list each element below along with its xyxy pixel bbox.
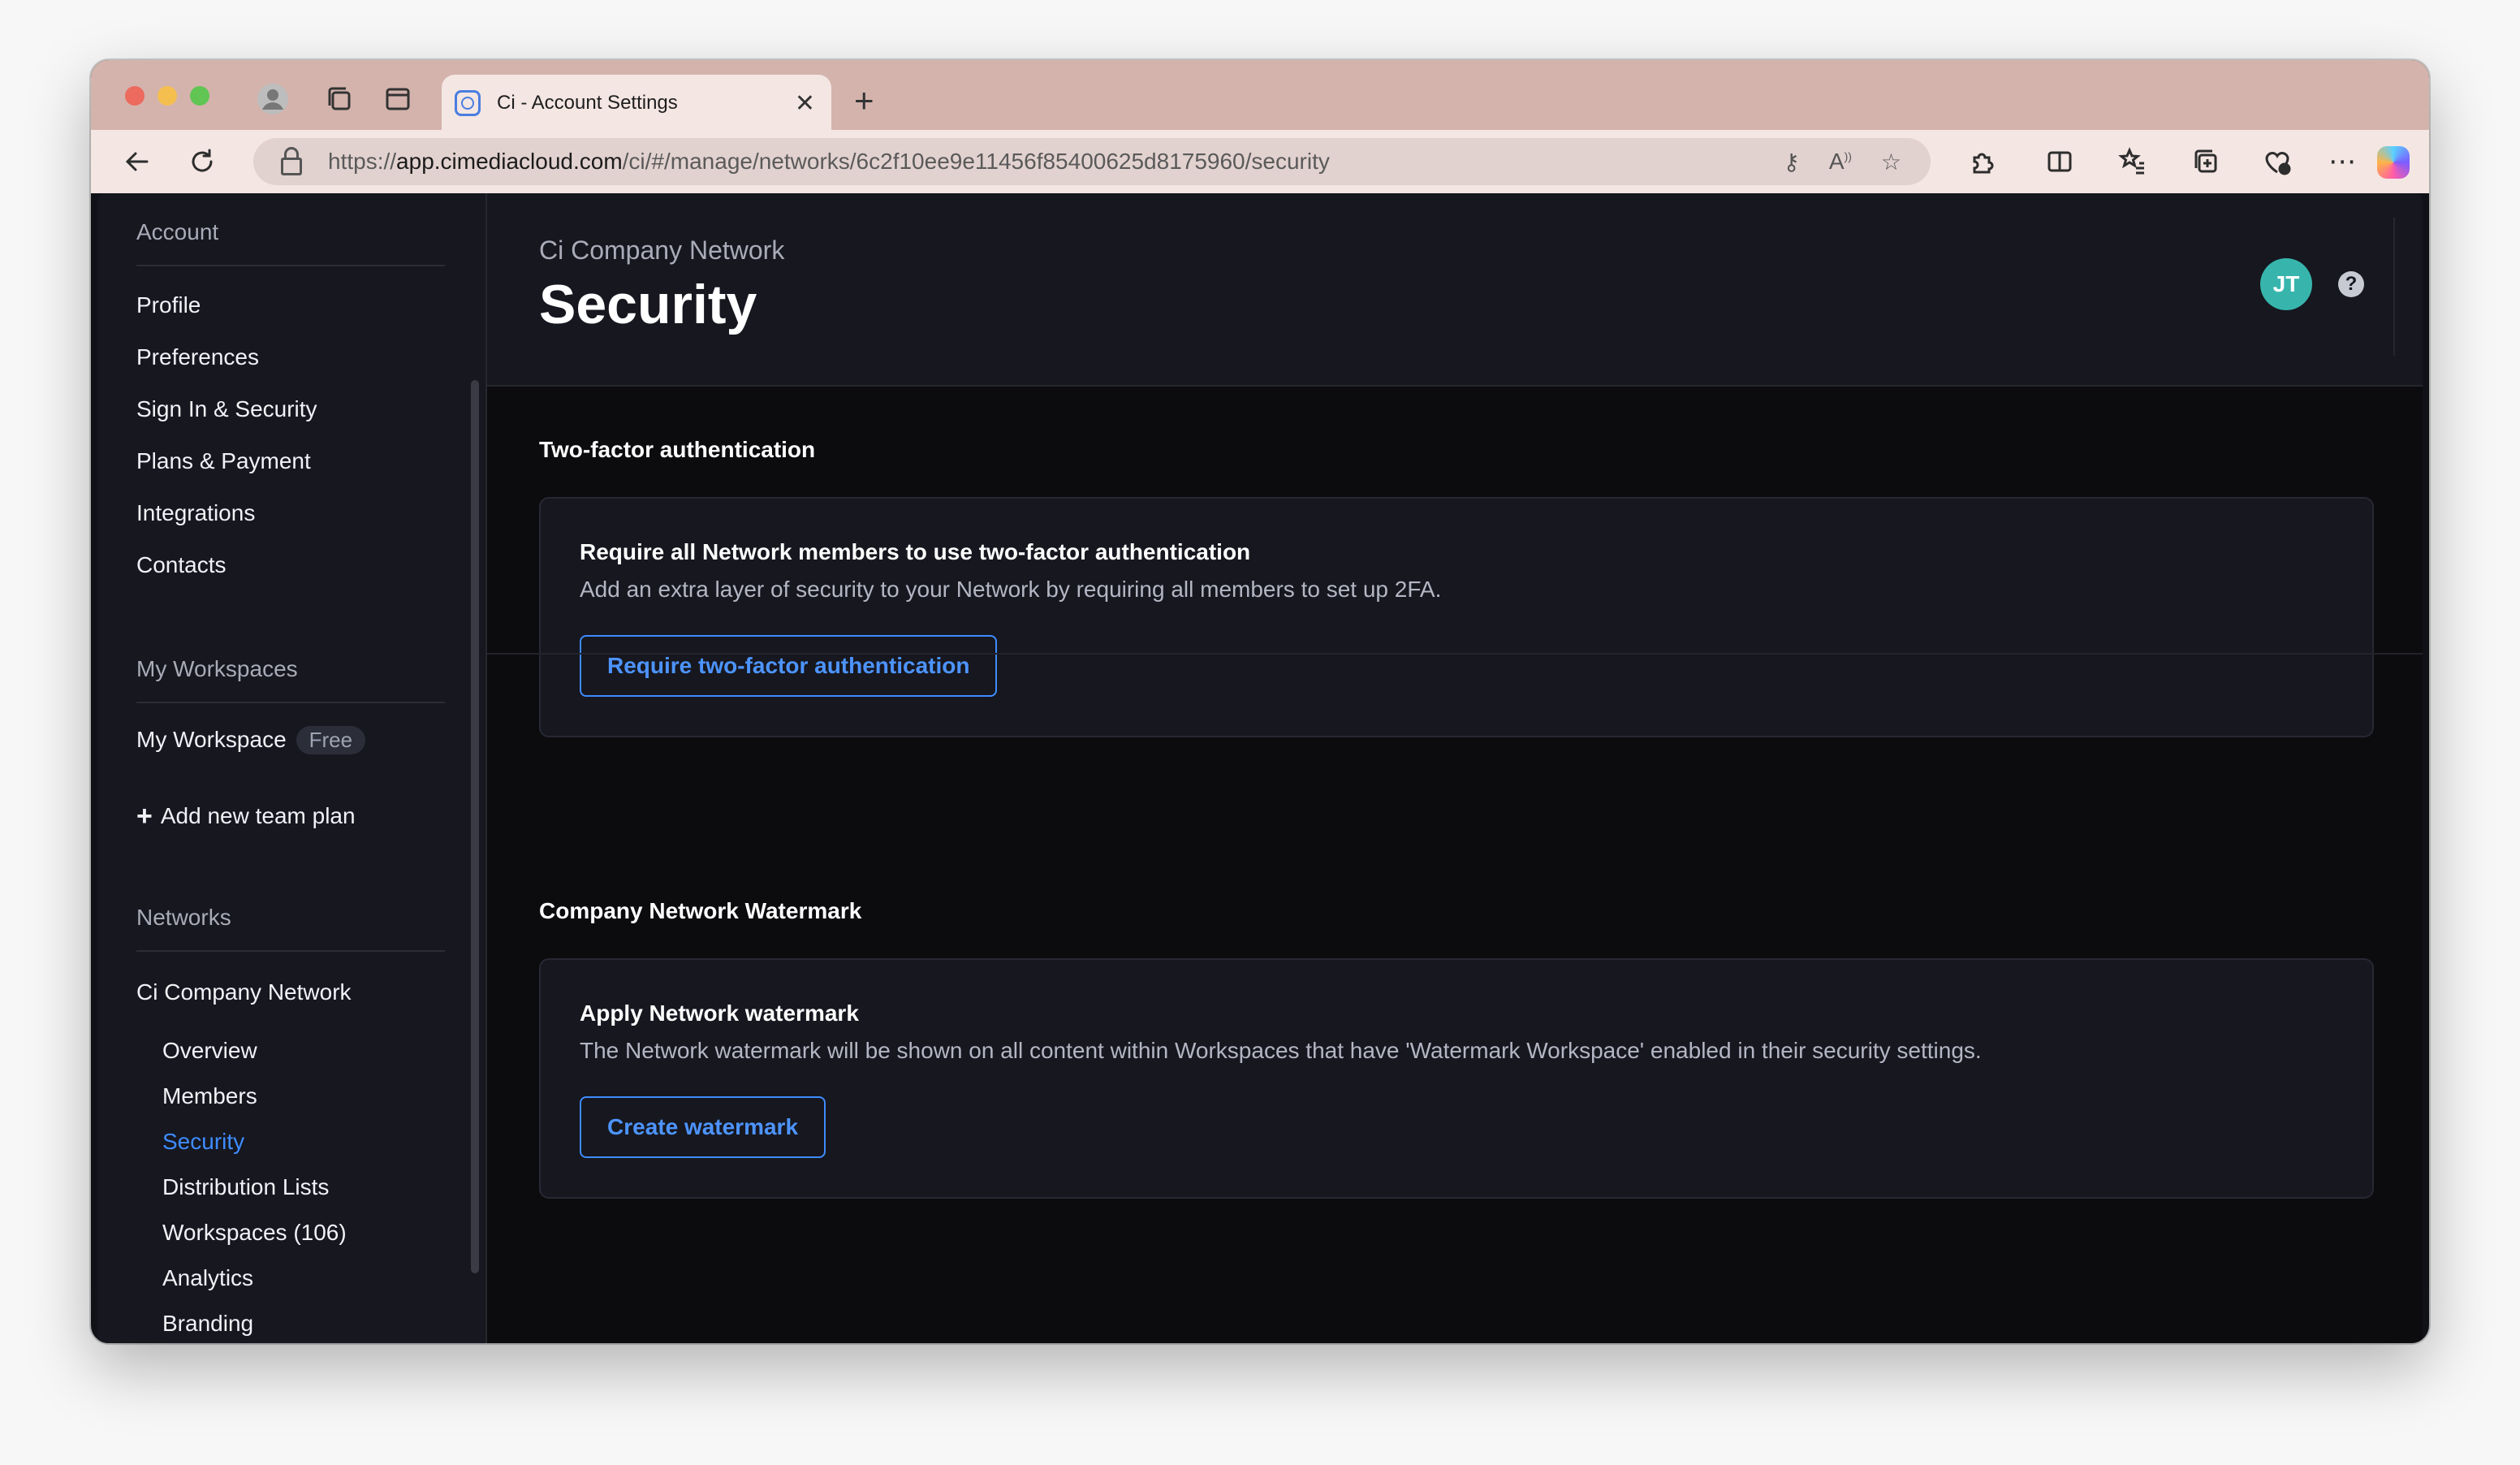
watermark-section-title: Company Network Watermark (539, 898, 862, 923)
new-tab-icon[interactable]: + (854, 81, 874, 120)
sidebar-item-workspaces[interactable]: Workspaces (106) (162, 1220, 347, 1246)
settings-sidebar: Account Profile Preferences Sign In & Se… (97, 193, 487, 1343)
address-bar[interactable]: https://app.cimediacloud.com/ci/#/manage… (253, 138, 1931, 185)
watermark-card-description: The Network watermark will be shown on a… (580, 1038, 1982, 1063)
close-window-button[interactable] (125, 86, 145, 106)
favorite-star-icon[interactable]: ☆ (1881, 149, 1901, 175)
main-content: Ci Company Network Security JT ? Two-fac… (487, 193, 2423, 1343)
vertical-tabs-icon[interactable] (382, 83, 414, 115)
plan-badge: Free (296, 726, 366, 754)
two-factor-section-title: Two-factor authentication (539, 437, 816, 462)
add-team-plan-label: Add new team plan (160, 803, 356, 828)
minimize-window-button[interactable] (158, 86, 177, 106)
sidebar-item-members[interactable]: Members (162, 1083, 257, 1109)
plus-icon: + (136, 801, 153, 832)
lock-icon[interactable] (281, 147, 302, 175)
profile-icon[interactable] (257, 83, 289, 115)
web-page: Account Profile Preferences Sign In & Se… (97, 193, 2423, 1343)
extensions-icon[interactable] (1965, 145, 1999, 179)
sidebar-heading-workspaces: My Workspaces (136, 656, 298, 681)
sidebar-item-security[interactable]: Security (162, 1129, 244, 1155)
maximize-window-button[interactable] (190, 86, 209, 106)
avatar[interactable]: JT (2260, 258, 2312, 310)
split-screen-icon[interactable] (2043, 145, 2077, 179)
sidebar-item-sign-in-security[interactable]: Sign In & Security (136, 396, 317, 422)
help-icon[interactable]: ? (2338, 271, 2364, 297)
require-2fa-button[interactable]: Require two-factor authentication (580, 635, 998, 697)
sidebar-scrollbar[interactable] (471, 380, 479, 1273)
active-tab[interactable]: Ci - Account Settings ✕ (442, 75, 831, 132)
ci-favicon-icon (455, 90, 481, 116)
key-icon[interactable]: ⚷ (1783, 149, 1800, 175)
close-tab-icon[interactable]: ✕ (795, 89, 815, 118)
watermark-card: Apply Network watermark The Network wate… (539, 958, 2374, 1199)
sidebar-heading-account: Account (136, 219, 219, 244)
watermark-card-title: Apply Network watermark (580, 1000, 859, 1026)
sidebar-item-distribution-lists[interactable]: Distribution Lists (162, 1174, 329, 1200)
add-team-plan-button[interactable]: + Add new team plan (136, 799, 356, 832)
sidebar-item-overview[interactable]: Overview (162, 1038, 257, 1064)
two-factor-card: Require all Network members to use two-f… (539, 497, 2374, 737)
section-divider (487, 653, 2423, 655)
sidebar-item-integrations[interactable]: Integrations (136, 500, 255, 526)
sidebar-divider (136, 702, 445, 703)
workspaces-icon[interactable] (323, 83, 356, 115)
workspace-name: My Workspace (136, 727, 287, 752)
page-title: Security (539, 274, 757, 335)
collections-icon[interactable] (2189, 145, 2223, 179)
tab-title: Ci - Account Settings (497, 92, 678, 114)
create-watermark-button[interactable]: Create watermark (580, 1096, 826, 1158)
copilot-icon[interactable] (2377, 146, 2410, 179)
sidebar-item-my-workspace[interactable]: My Workspace Free (136, 726, 366, 754)
breadcrumb[interactable]: Ci Company Network (539, 236, 784, 266)
sidebar-item-profile[interactable]: Profile (136, 292, 201, 318)
sidebar-item-preferences[interactable]: Preferences (136, 344, 259, 370)
browser-essentials-icon[interactable] (2260, 145, 2294, 179)
more-options-icon[interactable]: ⋯ (2325, 145, 2359, 179)
two-factor-card-title: Require all Network members to use two-f… (580, 539, 1251, 564)
sidebar-item-branding[interactable]: Branding (162, 1311, 253, 1337)
back-arrow-icon[interactable] (120, 145, 154, 179)
refresh-icon[interactable] (185, 145, 219, 179)
sidebar-item-network[interactable]: Ci Company Network (136, 979, 352, 1005)
sidebar-item-analytics[interactable]: Analytics (162, 1265, 253, 1291)
tab-strip: Ci - Account Settings ✕ + (91, 60, 2429, 132)
sidebar-heading-networks: Networks (136, 905, 231, 930)
page-header: Ci Company Network Security JT ? (487, 193, 2423, 387)
browser-toolbar: https://app.cimediacloud.com/ci/#/manage… (91, 130, 2429, 193)
sidebar-item-contacts[interactable]: Contacts (136, 552, 227, 578)
sidebar-divider (136, 950, 445, 952)
sidebar-item-plans-payment[interactable]: Plans & Payment (136, 448, 311, 474)
two-factor-card-description: Add an extra layer of security to your N… (580, 577, 1442, 602)
header-divider (2393, 218, 2395, 356)
sidebar-divider (136, 265, 445, 266)
browser-window: Ci - Account Settings ✕ + https://app.ci… (91, 60, 2429, 1343)
favorites-list-icon[interactable] (2116, 145, 2150, 179)
url-text[interactable]: https://app.cimediacloud.com/ci/#/manage… (328, 149, 1783, 175)
read-aloud-icon[interactable]: A)) (1829, 149, 1852, 175)
